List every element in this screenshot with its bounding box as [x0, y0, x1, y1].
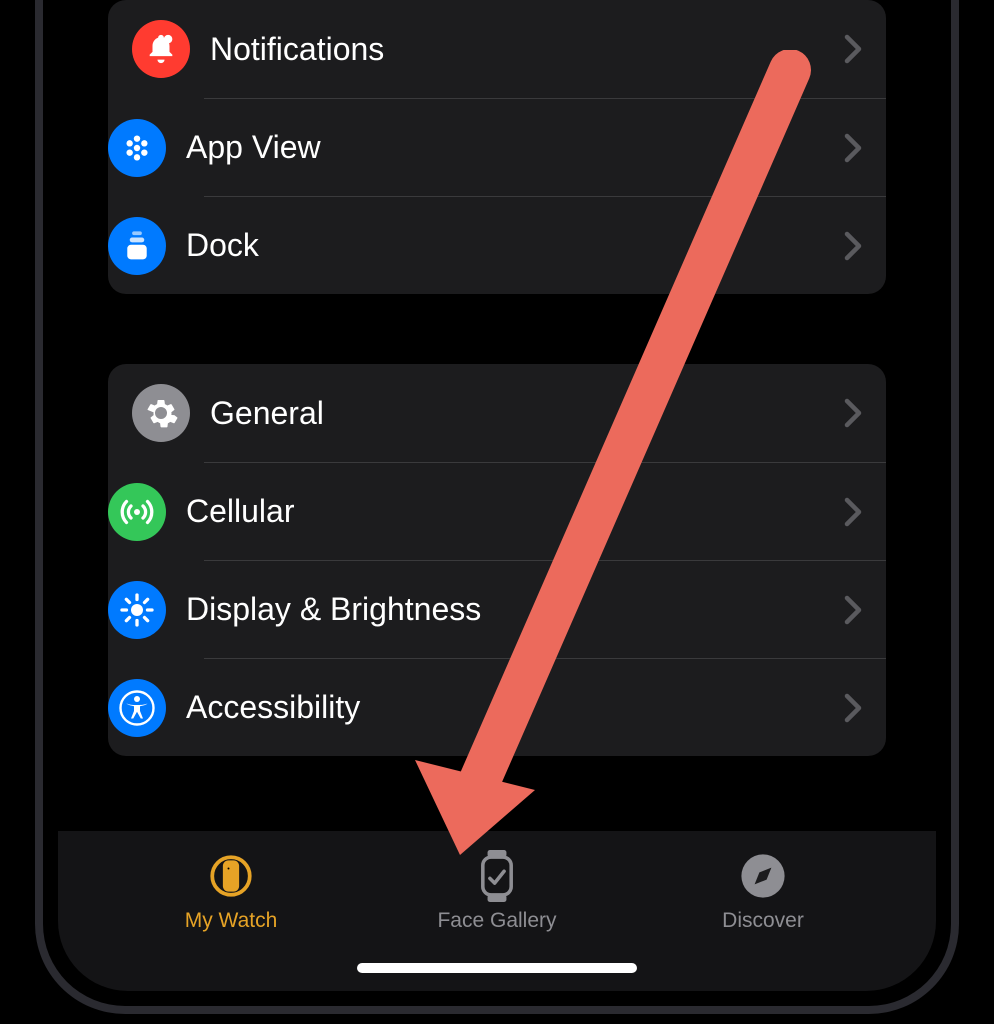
tab-label: My Watch — [185, 909, 278, 933]
row-label: General — [210, 395, 844, 432]
chevron-right-icon — [844, 693, 862, 723]
brightness-icon — [108, 581, 166, 639]
row-dock[interactable]: Dock — [204, 196, 886, 294]
settings-group-2: General Cellular Display & Brightness — [108, 364, 886, 756]
row-label: Display & Brightness — [186, 591, 844, 628]
row-notifications[interactable]: Notifications — [108, 0, 886, 98]
home-indicator[interactable] — [357, 963, 637, 973]
tab-label: Face Gallery — [437, 909, 556, 933]
row-display-brightness[interactable]: Display & Brightness — [204, 560, 886, 658]
row-general[interactable]: General — [108, 364, 886, 462]
screen: Notifications App View Dock — [58, 0, 936, 991]
tab-face-gallery[interactable]: Face Gallery — [397, 851, 597, 933]
tab-my-watch[interactable]: My Watch — [131, 851, 331, 933]
row-label: Accessibility — [186, 689, 844, 726]
tab-label: Discover — [722, 909, 804, 933]
row-label: Cellular — [186, 493, 844, 530]
compass-icon — [739, 851, 787, 901]
chevron-right-icon — [844, 231, 862, 261]
dock-icon — [108, 217, 166, 275]
settings-list: Notifications App View Dock — [58, 0, 936, 756]
accessibility-icon — [108, 679, 166, 737]
row-label: Notifications — [210, 31, 844, 68]
row-cellular[interactable]: Cellular — [204, 462, 886, 560]
row-app-view[interactable]: App View — [204, 98, 886, 196]
settings-group-1: Notifications App View Dock — [108, 0, 886, 294]
bell-icon — [132, 20, 190, 78]
apps-icon — [108, 119, 166, 177]
gear-icon — [132, 384, 190, 442]
tab-discover[interactable]: Discover — [663, 851, 863, 933]
cellular-icon — [108, 483, 166, 541]
chevron-right-icon — [844, 34, 862, 64]
watch-face-icon — [477, 851, 517, 901]
row-accessibility[interactable]: Accessibility — [204, 658, 886, 756]
row-label: Dock — [186, 227, 844, 264]
chevron-right-icon — [844, 398, 862, 428]
chevron-right-icon — [844, 595, 862, 625]
chevron-right-icon — [844, 497, 862, 527]
watch-icon — [206, 851, 256, 901]
phone-frame: Notifications App View Dock — [35, 0, 959, 1014]
row-label: App View — [186, 129, 844, 166]
chevron-right-icon — [844, 133, 862, 163]
